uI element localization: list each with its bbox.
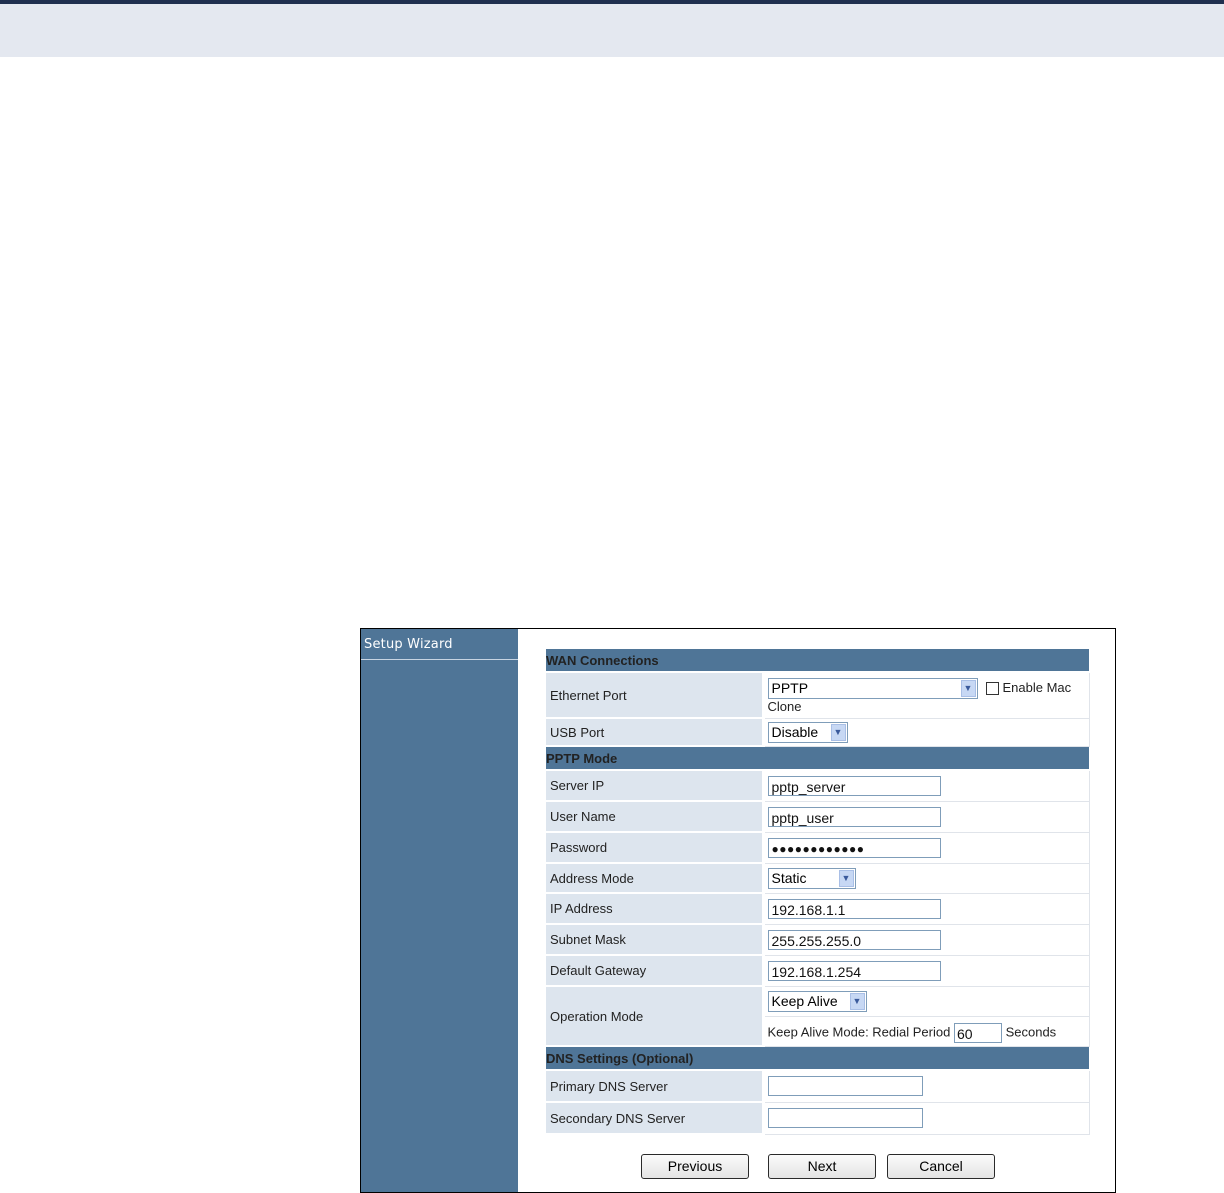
ip-address-cell: 192.168.1.1: [762, 892, 1090, 925]
row-operation-mode: Operation Mode Keep Alive ▼: [546, 985, 1090, 1047]
cancel-button[interactable]: Cancel: [887, 1154, 995, 1179]
row-server-ip: Server IP pptp_server: [546, 769, 1090, 802]
section-header-pptp: PPTP Mode: [546, 746, 1090, 771]
chevron-down-icon: ▼: [849, 992, 865, 1010]
row-primary-dns: Primary DNS Server: [546, 1069, 1090, 1103]
section-title-wan: WAN Connections: [546, 649, 1090, 673]
enable-mac-clone-label-cont: Clone: [767, 699, 802, 715]
address-mode-label: Address Mode: [546, 863, 765, 894]
section-header-dns: DNS Settings (Optional): [546, 1046, 1090, 1071]
password-label: Password: [546, 832, 765, 864]
setup-wizard-screen: Setup Wizard WAN Connections Ethernet Po…: [360, 628, 1116, 1193]
wan-settings-table: WAN Connections Ethernet Port PPTP ▼ Enabl…: [546, 649, 1090, 1135]
chevron-down-icon: ▼: [960, 680, 976, 698]
row-usb-port: USB Port Disable ▼: [546, 717, 1090, 747]
chevron-down-icon: ▼: [838, 869, 854, 887]
next-button[interactable]: Next: [768, 1154, 876, 1179]
section-title-pptp: PPTP Mode: [546, 746, 1090, 771]
chevron-down-icon: ▼: [830, 723, 846, 741]
server-ip-input[interactable]: pptp_server: [767, 775, 941, 796]
ethernet-port-select[interactable]: PPTP ▼: [767, 678, 978, 700]
enable-mac-clone-checkbox[interactable]: [985, 682, 999, 696]
redial-period-unit: Seconds: [1005, 1024, 1057, 1040]
operation-mode-label: Operation Mode: [546, 986, 765, 1047]
secondary-dns-input[interactable]: [767, 1108, 923, 1128]
ip-address-input[interactable]: 192.168.1.1: [767, 898, 941, 919]
password-cell: ●●●●●●●●●●●●: [762, 831, 1090, 864]
secondary-dns-cell: [762, 1101, 1090, 1135]
row-ip-address: IP Address 192.168.1.1: [546, 892, 1090, 925]
operation-mode-cell: Keep Alive ▼: [762, 985, 1090, 1017]
address-mode-cell: Static ▼: [762, 862, 1090, 894]
row-subnet-mask: Subnet Mask 255.255.255.0: [546, 923, 1090, 956]
row-user-name: User Name pptp_user: [546, 800, 1090, 833]
user-name-cell: pptp_user: [762, 800, 1090, 833]
default-gateway-label: Default Gateway: [546, 955, 765, 987]
section-header-wan: WAN Connections: [546, 649, 1090, 673]
enable-mac-clone-label: Enable Mac: [1002, 680, 1072, 696]
wizard-form: WAN Connections Ethernet Port PPTP ▼ Enabl…: [546, 649, 1090, 1135]
ip-address-label: IP Address: [546, 893, 765, 925]
ethernet-port-cell: PPTP ▼ Enable Mac Clone: [762, 671, 1090, 719]
password-input[interactable]: ●●●●●●●●●●●●: [767, 837, 941, 858]
usb-port-cell: Disable ▼: [762, 717, 1090, 747]
user-name-label: User Name: [546, 801, 765, 833]
row-secondary-dns: Secondary DNS Server: [546, 1101, 1090, 1135]
row-default-gateway: Default Gateway 192.168.1.254: [546, 954, 1090, 987]
usb-port-select-value: Disable: [771, 723, 819, 740]
subnet-mask-label: Subnet Mask: [546, 924, 765, 956]
secondary-dns-label: Secondary DNS Server: [546, 1102, 765, 1135]
address-mode-select[interactable]: Static ▼: [767, 867, 856, 889]
redial-period-label: Keep Alive Mode: Redial Period: [767, 1024, 951, 1040]
primary-dns-label: Primary DNS Server: [546, 1070, 765, 1103]
default-gateway-cell: 192.168.1.254: [762, 954, 1090, 987]
sidebar-item-setup-wizard[interactable]: Setup Wizard: [361, 629, 518, 660]
row-password: Password ●●●●●●●●●●●●: [546, 831, 1090, 864]
operation-mode-select[interactable]: Keep Alive ▼: [767, 990, 867, 1012]
sidebar: Setup Wizard: [361, 629, 518, 1192]
primary-dns-cell: [762, 1069, 1090, 1103]
default-gateway-input[interactable]: 192.168.1.254: [767, 960, 941, 981]
subnet-mask-input[interactable]: 255.255.255.0: [767, 929, 941, 950]
usb-port-label: USB Port: [546, 718, 765, 747]
ethernet-port-select-value: PPTP: [771, 680, 809, 697]
usb-port-select[interactable]: Disable ▼: [767, 721, 848, 743]
section-title-dns: DNS Settings (Optional): [546, 1046, 1090, 1071]
redial-period-input[interactable]: 60: [953, 1023, 1002, 1043]
page-header-band: [0, 4, 1224, 57]
operation-mode-select-value: Keep Alive: [771, 992, 838, 1009]
user-name-input[interactable]: pptp_user: [767, 806, 941, 827]
subnet-mask-cell: 255.255.255.0: [762, 923, 1090, 956]
server-ip-label: Server IP: [546, 770, 765, 802]
address-mode-select-value: Static: [771, 869, 807, 886]
row-address-mode: Address Mode Static ▼: [546, 862, 1090, 894]
row-ethernet-port: Ethernet Port PPTP ▼ Enable Mac Clone: [546, 671, 1090, 719]
primary-dns-input[interactable]: [767, 1076, 923, 1097]
redial-period-cell: Keep Alive Mode: Redial Period 60 Second…: [762, 1015, 1090, 1047]
server-ip-cell: pptp_server: [762, 769, 1090, 802]
previous-button[interactable]: Previous: [641, 1154, 749, 1179]
ethernet-port-label: Ethernet Port: [546, 672, 765, 719]
